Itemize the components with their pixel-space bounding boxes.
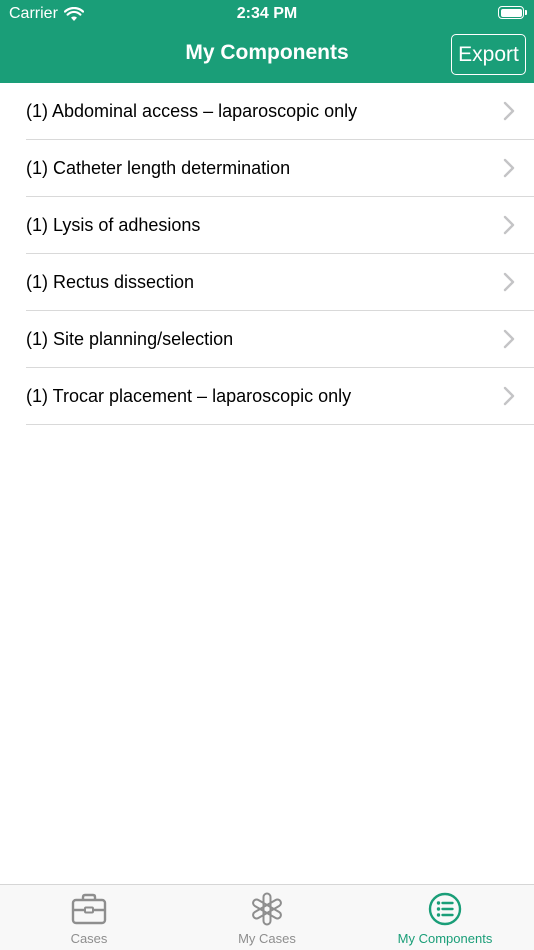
tab-bar: Cases My Cases My Components (0, 884, 534, 950)
tab-my-components[interactable]: My Components (356, 885, 534, 950)
tab-my-cases[interactable]: My Cases (178, 885, 356, 950)
components-list: (1) Abdominal access – laparoscopic only… (0, 83, 534, 425)
chevron-right-icon (503, 329, 515, 349)
battery-icon (498, 6, 527, 19)
navigation-header: Carrier 2:34 PM My Components Export (0, 0, 534, 83)
list-item-label: (1) Trocar placement – laparoscopic only (26, 386, 352, 406)
chevron-right-icon (503, 158, 515, 178)
list-item-label: (1) Site planning/selection (26, 329, 234, 349)
list-item-label: (1) Abdominal access – laparoscopic only (26, 101, 358, 121)
list-item-label: (1) Catheter length determination (26, 158, 291, 178)
tab-label: Cases (70, 931, 108, 946)
status-time: 2:34 PM (236, 5, 298, 22)
list-item-label: (1) Lysis of adhesions (26, 215, 201, 235)
list-icon (428, 892, 462, 926)
chevron-right-icon (503, 215, 515, 235)
chevron-right-icon (503, 272, 515, 292)
asterisk-icon (252, 892, 282, 926)
export-button[interactable]: Export (451, 34, 526, 75)
briefcase-icon (71, 893, 107, 925)
tab-label: My Components (397, 931, 493, 946)
list-item[interactable]: (1) Trocar placement – laparoscopic only (0, 368, 534, 425)
status-bar: Carrier 2:34 PM (0, 0, 534, 28)
list-item[interactable]: (1) Abdominal access – laparoscopic only (0, 83, 534, 140)
list-item[interactable]: (1) Lysis of adhesions (0, 197, 534, 254)
tab-label: My Cases (238, 931, 296, 946)
divider (26, 424, 534, 425)
list-item[interactable]: (1) Catheter length determination (0, 140, 534, 197)
list-item[interactable]: (1) Site planning/selection (0, 311, 534, 368)
chevron-right-icon (503, 101, 515, 121)
list-item[interactable]: (1) Rectus dissection (0, 254, 534, 311)
chevron-right-icon (503, 386, 515, 406)
tab-cases[interactable]: Cases (0, 885, 178, 950)
list-item-label: (1) Rectus dissection (26, 272, 195, 292)
